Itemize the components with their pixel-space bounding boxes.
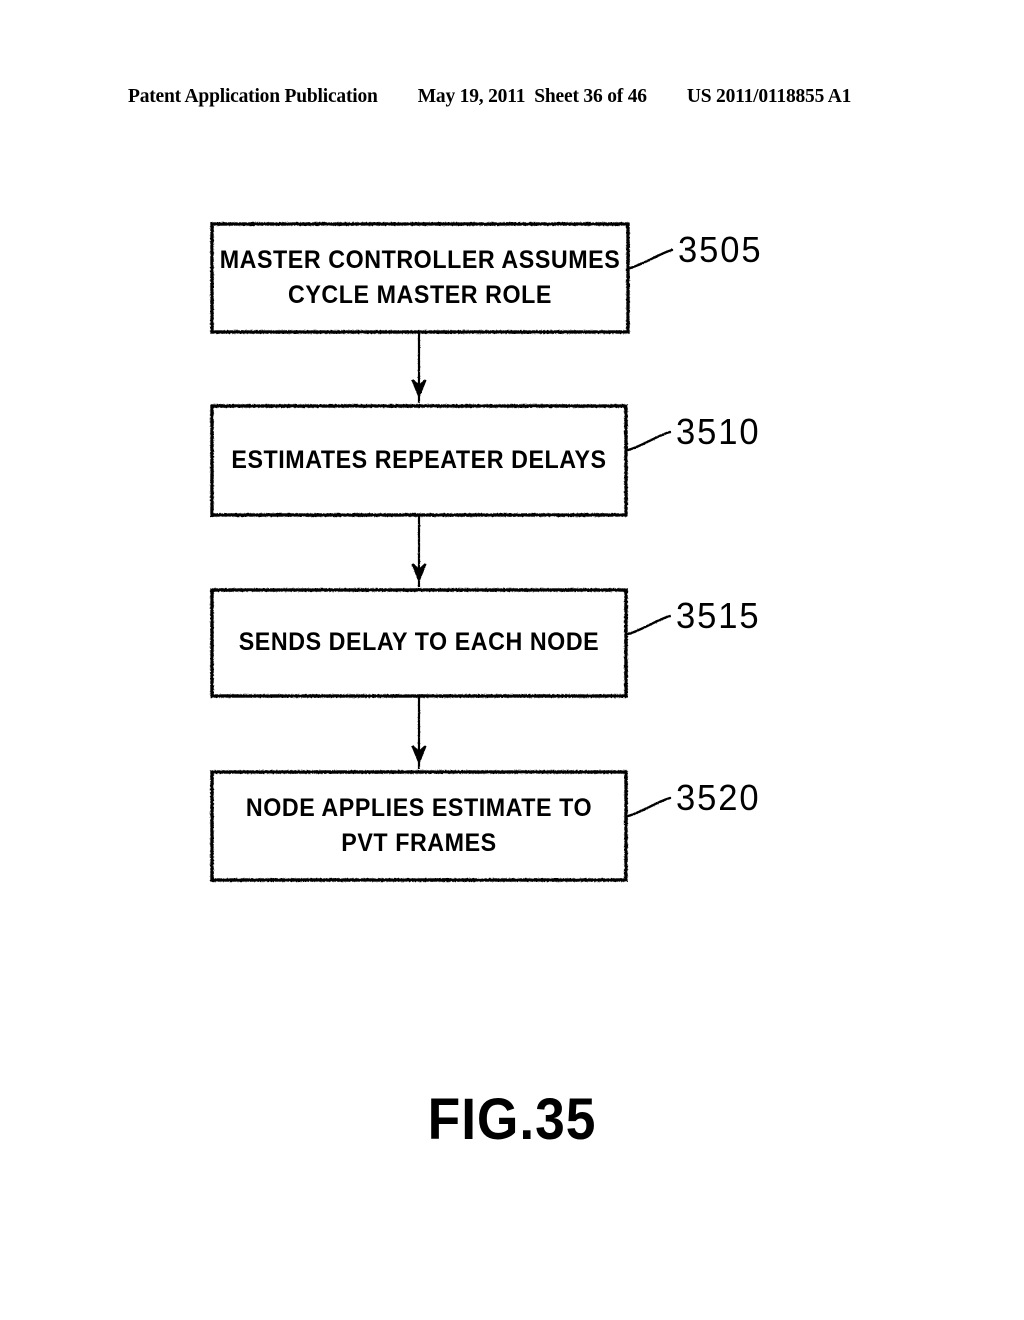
figure-caption: FIG.35 [427, 1087, 597, 1152]
reference-numeral-3515: 3515 [676, 595, 761, 636]
flow-box-3520-outline [210, 770, 628, 882]
leader-line-3510 [626, 430, 672, 452]
flow-box-3515-outline [210, 588, 628, 698]
leader-line-3520 [626, 796, 672, 818]
reference-numeral-3520: 3520 [676, 777, 761, 818]
leader-line-3505 [628, 248, 674, 270]
reference-numeral-3505: 3505 [678, 229, 763, 270]
flowchart-figure: MASTER CONTROLLER ASSUMES CYCLE MASTER R… [0, 0, 1024, 1320]
flow-box-3505-outline [210, 222, 630, 334]
flow-box-3510-outline [210, 404, 628, 517]
leader-line-3515 [626, 614, 672, 636]
reference-numeral-3510: 3510 [676, 411, 761, 452]
